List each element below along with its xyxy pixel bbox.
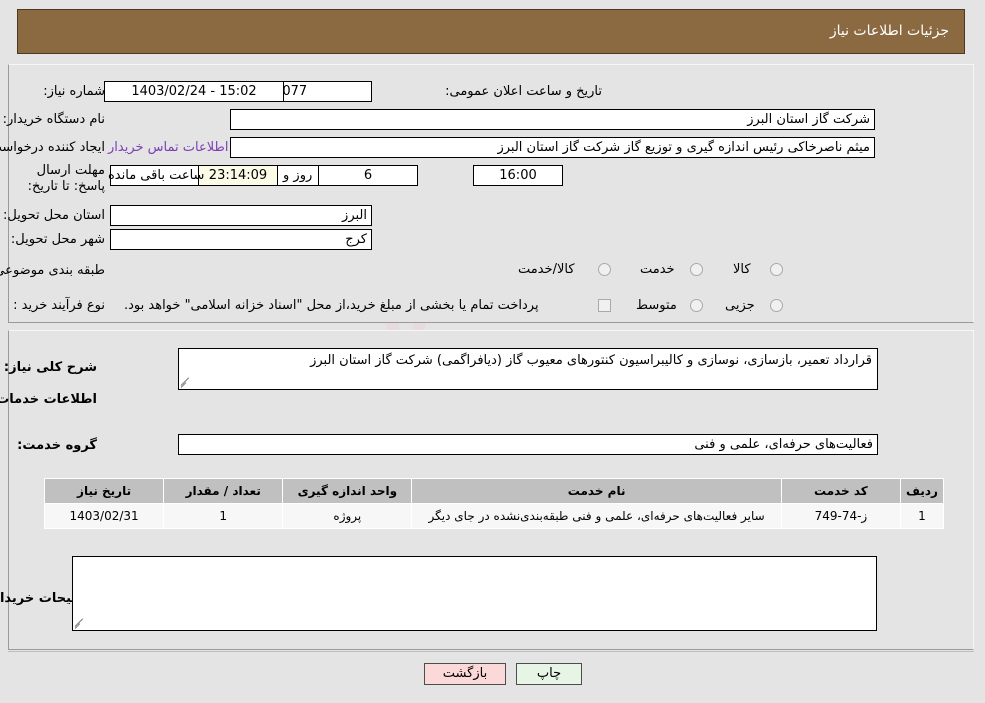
purchase-process-label: نوع فرآیند خرید :	[13, 298, 105, 313]
page-header-bar: جزئیات اطلاعات نیاز	[17, 9, 965, 54]
column-header-service-name: نام خدمت	[411, 478, 782, 504]
cell-quantity: 1	[163, 503, 284, 529]
deadline-hour-value: 16:00	[473, 165, 563, 186]
services-section-title: اطلاعات خدمات مورد نیاز	[0, 392, 97, 407]
column-header-radif: ردیف	[899, 478, 945, 504]
table-row: 1 ز-74-749 سایر فعالیت‌های حرفه‌ای، علمی…	[43, 503, 945, 529]
column-header-quantity: تعداد / مقدار	[163, 478, 284, 504]
treasury-documents-note: پرداخت تمام یا بخشی از مبلغ خرید،از محل …	[124, 298, 539, 313]
need-info-panel	[8, 64, 974, 323]
general-description-textarea[interactable]: قرارداد تعمیر، بازسازی، نوسازی و کالیبرا…	[178, 348, 878, 390]
remaining-days-label: روز و	[283, 168, 313, 183]
radio-category-kala-khedmat-label: کالا/خدمت	[518, 262, 575, 277]
countdown-timer-value: 23:14:09	[198, 165, 278, 186]
delivery-city-value: کرج	[110, 229, 372, 250]
back-button[interactable]: بازگشت	[424, 663, 506, 685]
announce-datetime-label: تاریخ و ساعت اعلان عمومی:	[445, 84, 602, 99]
creator-value: میثم ناصرخاکی رئیس اندازه گیری و توزیع گ…	[230, 137, 875, 158]
radio-category-khedmat[interactable]	[690, 263, 703, 276]
services-table: ردیف کد خدمت نام خدمت واحد اندازه گیری ت…	[43, 478, 945, 529]
column-header-unit: واحد اندازه گیری	[282, 478, 413, 504]
remaining-days-value: 6	[318, 165, 418, 186]
general-description-label: شرح کلی نیاز:	[3, 360, 97, 375]
radio-process-jozii[interactable]	[770, 299, 783, 312]
announce-datetime-value: 15:02 - 1403/02/24	[104, 81, 284, 102]
print-button[interactable]: چاپ	[516, 663, 582, 685]
cell-service-code: ز-74-749	[780, 503, 901, 529]
radio-category-kala-label: کالا	[733, 262, 751, 277]
radio-process-motevaset-label: متوسط	[636, 298, 677, 313]
cell-need-date: 1403/02/31	[43, 503, 165, 529]
cell-service-name: سایر فعالیت‌های حرفه‌ای، علمی و فنی طبقه…	[411, 503, 782, 529]
need-number-label: شماره نیاز:	[43, 84, 105, 99]
column-header-need-date: تاریخ نیاز	[43, 478, 165, 504]
delivery-city-label: شهر محل تحویل:	[10, 232, 105, 247]
radio-process-motevaset[interactable]	[690, 299, 703, 312]
cell-radif: 1	[899, 503, 945, 529]
page-root: AriaTender.net جزئیات اطلاعات نیاز شماره…	[0, 0, 985, 703]
subject-category-label: طبقه بندی موضوعی:	[0, 263, 105, 278]
buyer-contact-link[interactable]: اطلاعات تماس خریدار	[108, 140, 228, 155]
buyer-notes-textarea[interactable]	[72, 556, 877, 631]
creator-label: ایجاد کننده درخواست:	[0, 140, 105, 155]
column-header-service-code: کد خدمت	[780, 478, 901, 504]
deadline-label: مهلت ارسال پاسخ: تا تاریخ:	[27, 163, 105, 194]
radio-process-jozii-label: جزیی	[725, 298, 755, 313]
service-group-value: فعالیت‌های حرفه‌ای، علمی و فنی	[178, 434, 878, 455]
cell-unit: پروژه	[282, 503, 413, 529]
table-header-row: ردیف کد خدمت نام خدمت واحد اندازه گیری ت…	[43, 478, 945, 504]
service-group-label: گروه خدمت:	[17, 438, 97, 453]
radio-category-kala[interactable]	[770, 263, 783, 276]
delivery-province-label: استان محل تحویل:	[3, 208, 105, 223]
radio-category-kala-khedmat[interactable]	[598, 263, 611, 276]
buyer-org-value: شرکت گاز استان البرز	[230, 109, 875, 130]
countdown-label: ساعت باقی مانده	[108, 168, 205, 183]
delivery-province-value: البرز	[110, 205, 372, 226]
footer-divider	[8, 651, 974, 652]
checkbox-treasury-documents[interactable]	[598, 299, 611, 312]
buyer-org-label: نام دستگاه خریدار:	[2, 112, 105, 127]
page-title: جزئیات اطلاعات نیاز	[829, 23, 949, 39]
radio-category-khedmat-label: خدمت	[640, 262, 675, 277]
